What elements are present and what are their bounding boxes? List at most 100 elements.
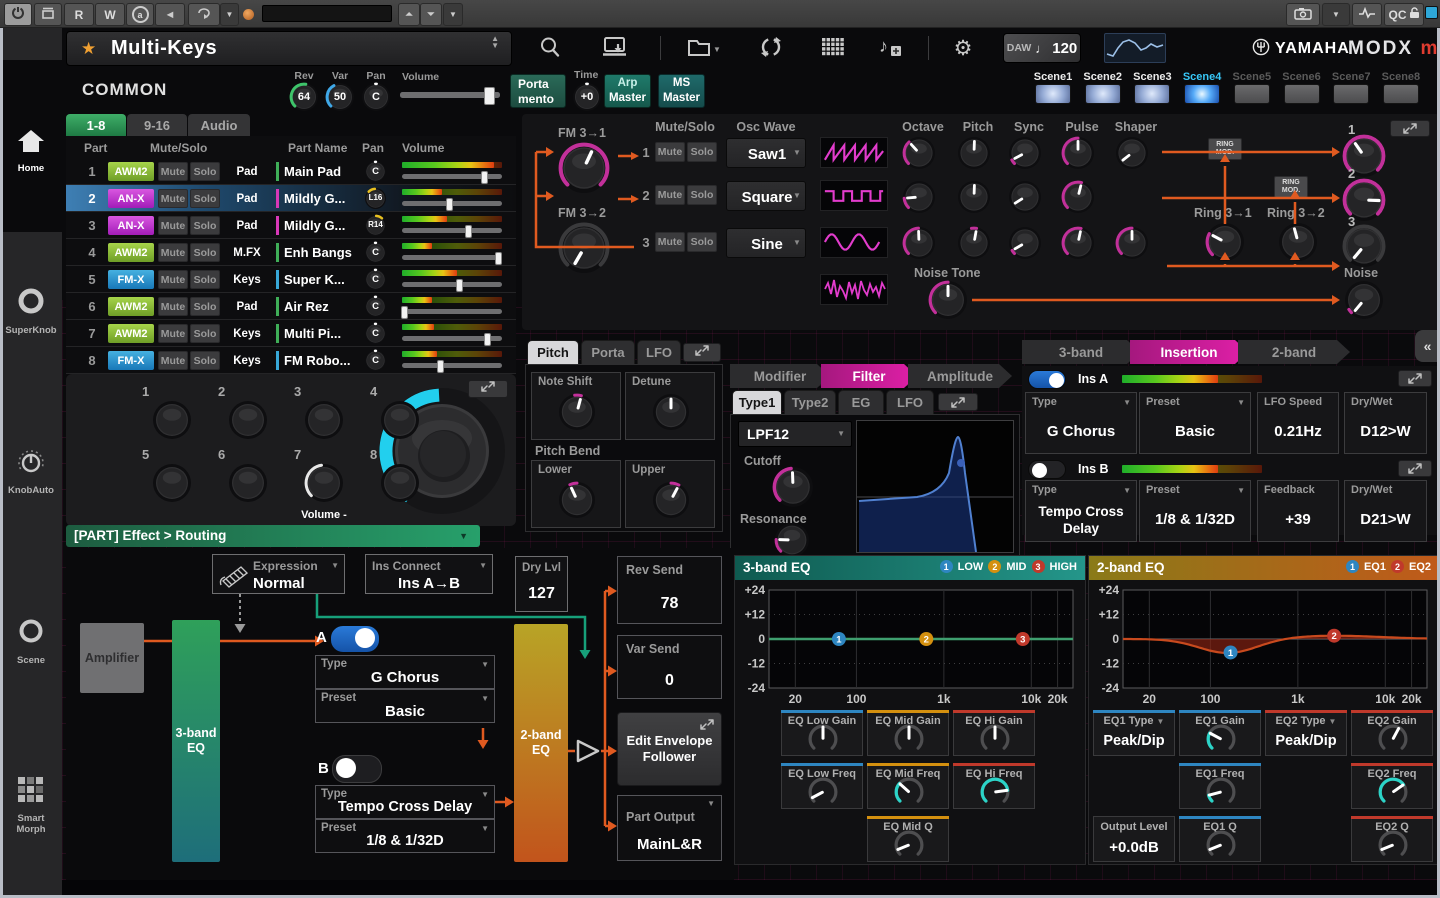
ins-b-toggle[interactable] xyxy=(1028,460,1066,479)
sidebar-item-superknob[interactable]: SuperKnob xyxy=(0,286,62,336)
ins-b-preset-select[interactable]: Preset ▼ 1/8 & 1/32D xyxy=(315,819,495,853)
master-volume-slider[interactable] xyxy=(400,92,500,98)
mute-button[interactable]: Mute xyxy=(158,162,188,181)
osc2-sync-knob[interactable] xyxy=(1008,180,1042,214)
volume-slider-handle[interactable] xyxy=(495,252,502,265)
auto-button[interactable]: a xyxy=(126,3,154,26)
fx-nav-tab-3-band[interactable]: 3-band xyxy=(1022,340,1140,364)
fx-nav-tab-insertion[interactable]: Insertion xyxy=(1130,340,1248,364)
solo-button[interactable]: Solo xyxy=(190,243,220,262)
mute-button[interactable]: Mute xyxy=(158,351,188,370)
mute-button[interactable]: Mute xyxy=(158,324,188,343)
color-swatch[interactable] xyxy=(1425,6,1438,19)
fm-3-1-knob[interactable] xyxy=(558,142,610,194)
part-row[interactable]: 5FM-XMuteSoloKeysSuper K...C xyxy=(66,266,516,293)
favorite-star-icon[interactable]: ★ xyxy=(81,39,96,59)
osc2-wave-select[interactable]: Square▼ xyxy=(726,181,806,211)
sidebar-item-knobauto[interactable]: KnobAuto xyxy=(0,448,62,496)
scene-button-1[interactable] xyxy=(1035,84,1071,104)
solo-button[interactable]: Solo xyxy=(190,297,220,316)
ins-connect-select[interactable]: Ins Connect ▼ Ins A→B xyxy=(365,554,493,594)
ins-a-type-select[interactable]: Type ▼ G Chorus xyxy=(315,655,495,689)
part-row[interactable]: 6AWM2MuteSoloPadAir RezC xyxy=(66,293,516,320)
expand-pitch-button[interactable] xyxy=(683,343,721,362)
assign-knob-1[interactable] xyxy=(152,400,192,440)
ins-b-type-select[interactable]: Type ▼ Tempo Cross Delay xyxy=(315,785,495,819)
solo-button[interactable]: Solo xyxy=(190,216,220,235)
volume-slider[interactable] xyxy=(402,282,502,287)
eq2-control-eq1-q[interactable]: EQ1 Q xyxy=(1179,816,1261,862)
scene-button-5[interactable] xyxy=(1234,84,1270,104)
part-row[interactable]: 7AWM2MuteSoloKeysMulti Pi...C xyxy=(66,320,516,347)
edit-envelope-follower-button[interactable]: Edit Envelope Follower xyxy=(617,712,722,786)
osc3-octave-knob[interactable] xyxy=(902,226,936,260)
osc1-wave-select[interactable]: Saw1▼ xyxy=(726,138,806,168)
part-tab-Audio[interactable]: Audio xyxy=(188,114,250,136)
eq2-control-eq2-type[interactable]: EQ2 Type ▼Peak/Dip xyxy=(1265,710,1347,756)
detune-box[interactable]: Detune xyxy=(625,372,715,440)
filter-tab-lfo[interactable]: LFO xyxy=(886,390,934,414)
knob[interactable] xyxy=(894,724,924,759)
pitch-tab-lfo[interactable]: LFO xyxy=(637,340,681,364)
read-button[interactable]: R xyxy=(64,3,94,26)
tempo-badge[interactable]: DAW ♩ 120 xyxy=(1003,33,1081,63)
note-shift-knob[interactable] xyxy=(558,393,596,436)
mute-button[interactable]: Mute xyxy=(158,243,188,262)
ins-b-field-preset[interactable]: Preset▼1/8 & 1/32D xyxy=(1139,480,1251,542)
assign-knob-2[interactable] xyxy=(228,400,268,440)
filter-nav-tab-amplitude[interactable]: Amplitude xyxy=(908,364,1012,388)
performance-name-box[interactable]: ★ Multi-Keys ▲▼ xyxy=(66,31,512,66)
expand-knobs-button[interactable] xyxy=(468,380,508,398)
osc3-wave-select[interactable]: Sine▼ xyxy=(726,228,806,258)
volume-slider-handle[interactable] xyxy=(437,360,444,373)
ins-a-toggle[interactable] xyxy=(1028,370,1066,389)
snapshot-button[interactable] xyxy=(1286,3,1320,26)
osc1-mute-button[interactable]: Mute xyxy=(655,142,685,162)
part-tab-1-8[interactable]: 1-8 xyxy=(66,114,126,136)
sidebar-item-scene[interactable]: Scene xyxy=(0,616,62,666)
expand-filter-button[interactable] xyxy=(938,393,978,411)
solo-button[interactable]: Solo xyxy=(190,270,220,289)
osc3-mute-button[interactable]: Mute xyxy=(655,232,685,252)
common-label[interactable]: COMMON xyxy=(82,80,167,100)
mute-button[interactable]: Mute xyxy=(158,189,188,208)
record-button[interactable] xyxy=(34,3,62,26)
arp-master-button[interactable]: Arp Master xyxy=(604,74,651,108)
volume-slider-handle[interactable] xyxy=(484,333,491,346)
noise-knob[interactable] xyxy=(1344,280,1384,320)
osc3-pulse-knob[interactable] xyxy=(1061,226,1095,260)
var-send-box[interactable]: Var Send 0 xyxy=(617,635,722,699)
ins-a-field-dry-wet[interactable]: Dry/WetD12>W xyxy=(1344,392,1427,454)
volume-slider-handle[interactable] xyxy=(456,279,463,292)
knob[interactable] xyxy=(1206,777,1236,812)
assign-knob-6[interactable] xyxy=(228,463,268,503)
volume-slider-handle[interactable] xyxy=(465,225,472,238)
file-button[interactable]: ▼ xyxy=(686,36,722,62)
sidebar-item-smart-morph[interactable]: Smart Morph xyxy=(0,776,62,835)
settings-button[interactable]: ⚙ xyxy=(948,34,978,62)
knob[interactable] xyxy=(1378,777,1408,812)
mute-button[interactable]: Mute xyxy=(158,297,188,316)
osc1-sync-knob[interactable] xyxy=(1008,136,1042,170)
ins-a-field-type[interactable]: Type▼G Chorus xyxy=(1025,392,1137,454)
knob[interactable] xyxy=(1378,724,1408,759)
eq3-knob-box-eq-low-freq[interactable]: EQ Low Freq xyxy=(781,763,863,809)
osc1-pulse-knob[interactable] xyxy=(1061,136,1095,170)
osc3-solo-button[interactable]: Solo xyxy=(687,232,717,252)
eq3-knob-box-eq-mid-q[interactable]: EQ Mid Q xyxy=(867,816,949,862)
part-row[interactable]: 1AWM2MuteSoloPadMain PadC xyxy=(66,158,516,185)
back-arrow-button[interactable]: ◄ xyxy=(155,3,185,26)
rev-send-box[interactable]: Rev Send 78 xyxy=(617,556,722,624)
ins-a-field-preset[interactable]: Preset▼Basic xyxy=(1139,392,1251,454)
knob[interactable] xyxy=(894,830,924,865)
step-down-button[interactable]: ⏷ xyxy=(420,3,442,26)
solo-button[interactable]: Solo xyxy=(190,351,220,370)
snapshot-dropdown[interactable]: ▼ xyxy=(1322,3,1350,26)
step-up-button[interactable]: ⏶ xyxy=(398,3,420,26)
eq2-control-eq2-freq[interactable]: EQ2 Freq xyxy=(1351,763,1433,809)
expand-osc-button[interactable] xyxy=(1390,120,1430,137)
cutoff-knob[interactable] xyxy=(772,466,814,513)
ins-b-field-dry-wet[interactable]: Dry/WetD21>W xyxy=(1344,480,1427,542)
assign-knob-8[interactable] xyxy=(380,463,420,503)
assign-knob-4[interactable] xyxy=(380,400,420,440)
